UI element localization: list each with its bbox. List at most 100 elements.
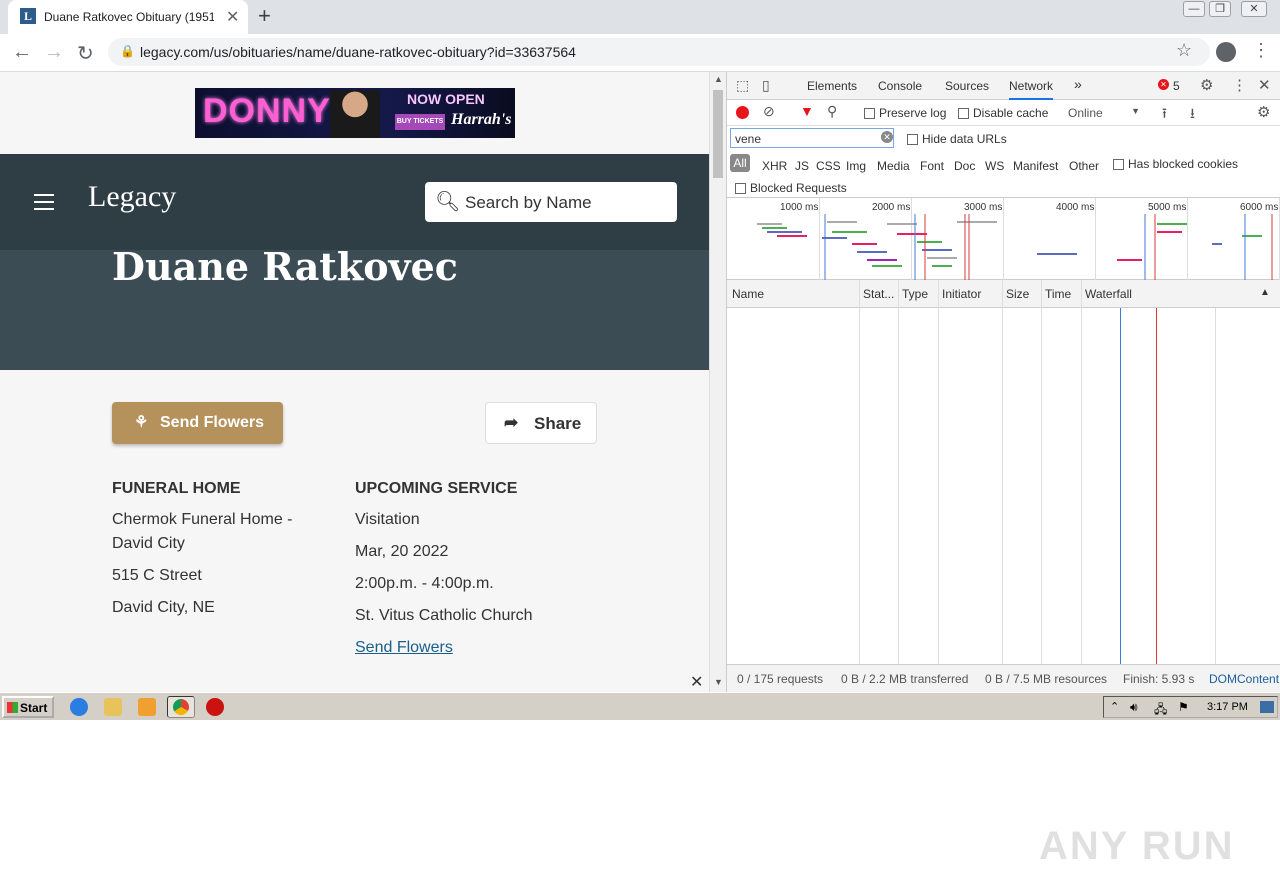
error-icon[interactable]: ✕ bbox=[1158, 79, 1169, 90]
network-icon[interactable]: 🖧 bbox=[1154, 700, 1167, 721]
page-scrollbar[interactable]: ▲ ▼ bbox=[709, 72, 726, 692]
search-icon[interactable]: ⚲ bbox=[827, 103, 837, 120]
minimize-button[interactable]: — bbox=[1183, 1, 1205, 17]
filter-type-css[interactable]: CSS bbox=[816, 159, 841, 173]
url-text: legacy.com/us/obituaries/name/duane-ratk… bbox=[140, 44, 576, 60]
inspect-element-icon[interactable]: ⬚ bbox=[736, 77, 749, 94]
table-header: Name Stat... Type Initiator Size Time Wa… bbox=[727, 280, 1280, 308]
filter-type-doc[interactable]: Doc bbox=[954, 159, 975, 173]
filter-type-other[interactable]: Other bbox=[1069, 159, 1099, 173]
chrome-icon bbox=[173, 699, 189, 715]
column-divider bbox=[1041, 280, 1042, 664]
filter-type-all[interactable]: All bbox=[730, 154, 750, 172]
browser-menu-icon[interactable]: ⋮ bbox=[1252, 40, 1270, 61]
profile-avatar-icon[interactable] bbox=[1216, 42, 1236, 62]
column-initiator[interactable]: Initiator bbox=[942, 287, 981, 301]
clear-filter-icon[interactable]: ✕ bbox=[881, 131, 893, 143]
network-settings-gear-icon[interactable]: ⚙ bbox=[1257, 103, 1270, 121]
tab-elements[interactable]: Elements bbox=[807, 79, 857, 93]
more-tabs-icon[interactable]: » bbox=[1074, 76, 1082, 92]
filter-type-media[interactable]: Media bbox=[877, 159, 910, 173]
funeral-home-name-2: David City bbox=[112, 535, 185, 552]
column-divider bbox=[938, 280, 939, 664]
volume-icon[interactable]: 🔊︎ bbox=[1130, 700, 1138, 715]
overview-bars bbox=[757, 214, 1273, 280]
column-waterfall[interactable]: Waterfall bbox=[1085, 287, 1132, 301]
show-desktop-icon[interactable] bbox=[1260, 701, 1274, 713]
browser-tab[interactable]: L Duane Ratkovec Obituary (1951 - 20 ✕ bbox=[8, 0, 248, 34]
clear-icon[interactable]: ⊘ bbox=[763, 103, 775, 120]
funeral-home-name-1: Chermok Funeral Home - bbox=[112, 511, 293, 528]
filter-type-img[interactable]: Img bbox=[846, 159, 866, 173]
windows-taskbar: Start ⌃ 🔊︎ 🖧 ⚑ 3:17 PM bbox=[0, 692, 1280, 720]
filter-type-xhr[interactable]: XHR bbox=[762, 159, 787, 173]
disable-cache-checkbox[interactable]: Disable cache bbox=[958, 106, 1048, 120]
devtools-close-icon[interactable]: ✕ bbox=[1258, 76, 1271, 94]
column-divider bbox=[898, 280, 899, 664]
device-toolbar-icon[interactable]: ▯ bbox=[762, 77, 770, 94]
search-input[interactable]: 🔍︎ Search by Name bbox=[425, 182, 677, 222]
media-player-icon[interactable] bbox=[138, 698, 156, 716]
column-size[interactable]: Size bbox=[1006, 287, 1029, 301]
close-icon[interactable]: ✕ bbox=[690, 672, 703, 692]
filter-bar: vene ✕ Hide data URLs All XHR JS CSS Img… bbox=[727, 126, 1280, 198]
filter-input[interactable]: vene ✕ bbox=[730, 128, 894, 148]
filter-icon[interactable]: ▼ bbox=[800, 103, 814, 119]
tab-network[interactable]: Network bbox=[1009, 79, 1054, 100]
antivirus-icon[interactable] bbox=[206, 698, 224, 716]
new-tab-button[interactable]: + bbox=[258, 3, 271, 29]
reload-icon[interactable]: ↻ bbox=[77, 41, 94, 66]
internet-explorer-icon[interactable] bbox=[70, 698, 88, 716]
scroll-up-icon[interactable]: ▲ bbox=[714, 74, 723, 84]
bookmark-star-icon[interactable]: ☆ bbox=[1176, 40, 1192, 61]
filter-type-ws[interactable]: WS bbox=[985, 159, 1004, 173]
share-button[interactable]: ➦ Share bbox=[485, 402, 597, 444]
start-button[interactable]: Start bbox=[2, 696, 54, 718]
ad-banner[interactable]: DONNY NOW OPEN BUY TICKETS Harrah's bbox=[195, 88, 515, 138]
import-icon[interactable]: ⭱ bbox=[1162, 103, 1167, 127]
network-overview[interactable]: 1000 ms 2000 ms 3000 ms 4000 ms 5000 ms … bbox=[727, 198, 1280, 280]
export-icon[interactable]: ⭳ bbox=[1190, 103, 1195, 127]
send-flowers-button[interactable]: ⚘ Send Flowers bbox=[112, 402, 283, 444]
preserve-log-checkbox[interactable]: Preserve log bbox=[864, 106, 946, 120]
close-window-button[interactable]: ✕ bbox=[1241, 1, 1267, 17]
column-status[interactable]: Stat... bbox=[863, 287, 894, 301]
filter-type-js[interactable]: JS bbox=[795, 159, 809, 173]
tab-strip: L Duane Ratkovec Obituary (1951 - 20 ✕ +… bbox=[0, 0, 1280, 34]
has-blocked-cookies-checkbox[interactable]: Has blocked cookies bbox=[1113, 157, 1238, 171]
finish-time: Finish: 5.93 s bbox=[1123, 672, 1195, 686]
record-icon[interactable] bbox=[736, 106, 749, 119]
scroll-down-icon[interactable]: ▼ bbox=[714, 677, 723, 687]
restore-button[interactable]: ❐ bbox=[1209, 1, 1231, 17]
sort-up-icon[interactable]: ▲ bbox=[1260, 287, 1270, 298]
back-arrow-icon[interactable]: ← bbox=[12, 41, 32, 64]
error-count[interactable]: 5 bbox=[1173, 79, 1180, 93]
throttle-select[interactable]: Online ▼ bbox=[1068, 106, 1140, 120]
legacy-logo[interactable]: Legacy bbox=[88, 180, 176, 214]
scrollbar-thumb[interactable] bbox=[713, 90, 723, 178]
tab-sources[interactable]: Sources bbox=[945, 79, 989, 93]
column-name[interactable]: Name bbox=[732, 287, 764, 301]
file-explorer-icon[interactable] bbox=[104, 698, 122, 716]
waterfall-gridline bbox=[1215, 308, 1216, 664]
filter-type-font[interactable]: Font bbox=[920, 159, 944, 173]
hamburger-menu-icon[interactable] bbox=[34, 194, 54, 210]
filter-type-manifest[interactable]: Manifest bbox=[1013, 159, 1058, 173]
dom-content-loaded-line bbox=[1120, 308, 1121, 664]
tray-expand-icon[interactable]: ⌃ bbox=[1110, 700, 1119, 713]
settings-gear-icon[interactable]: ⚙ bbox=[1200, 76, 1213, 94]
tab-close-icon[interactable]: ✕ bbox=[226, 7, 239, 27]
forward-arrow-icon[interactable]: → bbox=[44, 41, 64, 64]
service-send-flowers-link[interactable]: Send Flowers bbox=[355, 636, 453, 660]
chrome-taskbar-button[interactable] bbox=[167, 696, 195, 718]
hide-data-urls-checkbox[interactable]: Hide data URLs bbox=[907, 132, 1007, 146]
address-bar[interactable]: 🔒 legacy.com/us/obituaries/name/duane-ra… bbox=[108, 38, 1210, 66]
tab-console[interactable]: Console bbox=[878, 79, 922, 93]
column-time[interactable]: Time bbox=[1045, 287, 1071, 301]
service-heading: UPCOMING SERVICE bbox=[355, 480, 518, 497]
action-center-flag-icon[interactable]: ⚑ bbox=[1178, 700, 1189, 714]
devtools-menu-icon[interactable]: ⋮ bbox=[1232, 76, 1247, 94]
column-type[interactable]: Type bbox=[902, 287, 928, 301]
taskbar-clock[interactable]: 3:17 PM bbox=[1207, 701, 1248, 713]
blocked-requests-checkbox[interactable]: Blocked Requests bbox=[735, 181, 847, 195]
